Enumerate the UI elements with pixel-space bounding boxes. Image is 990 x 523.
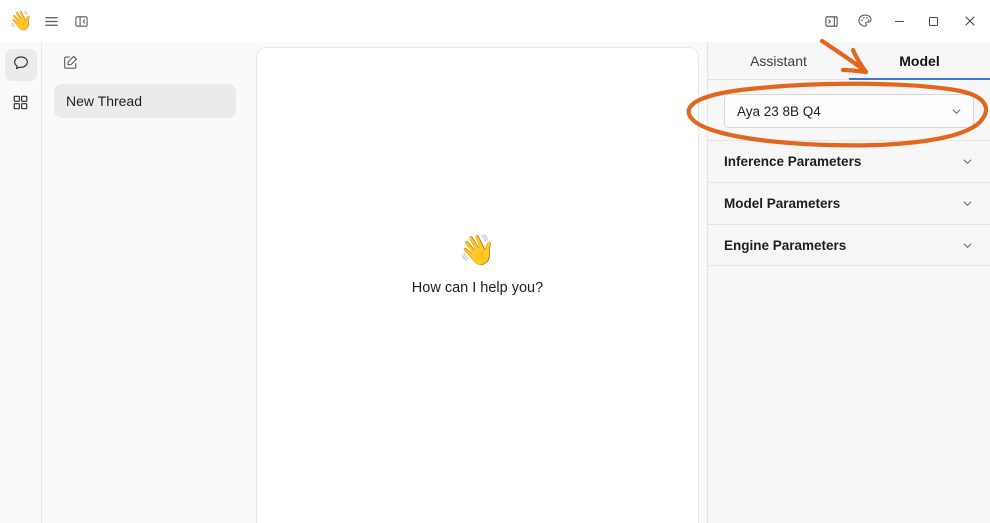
chevron-down-icon xyxy=(961,197,974,210)
title-bar: 👋 xyxy=(0,0,990,42)
tab-model[interactable]: Model xyxy=(849,42,990,80)
section-inference-parameters-label: Inference Parameters xyxy=(724,154,862,169)
waving-hand-icon: 👋 xyxy=(458,233,497,267)
chevron-down-icon xyxy=(961,155,974,168)
minimize-button[interactable] xyxy=(882,0,916,42)
maximize-button[interactable] xyxy=(916,0,950,42)
tab-assistant[interactable]: Assistant xyxy=(708,42,849,79)
tab-assistant-label: Assistant xyxy=(750,52,807,69)
chat-area-wrapper: 👋 How can I help you? xyxy=(248,42,707,523)
model-select-area: Aya 23 8B Q4 xyxy=(708,80,990,140)
list-item[interactable]: New Thread xyxy=(54,84,236,118)
chevron-down-icon xyxy=(961,239,974,252)
section-engine-parameters[interactable]: Engine Parameters xyxy=(708,224,990,266)
sidebar-toolbar xyxy=(54,42,236,82)
right-settings-panel: Assistant Model Aya 23 8B Q4 Inference P… xyxy=(707,42,990,523)
model-select[interactable]: Aya 23 8B Q4 xyxy=(724,94,974,128)
panel-collapse-left-icon[interactable] xyxy=(68,8,94,34)
sidebar-item-chat[interactable] xyxy=(4,49,37,81)
title-bar-left-group: 👋 xyxy=(0,8,94,34)
empty-state: 👋 How can I help you? xyxy=(411,233,544,296)
palette-icon[interactable] xyxy=(848,0,882,42)
thread-title: New Thread xyxy=(66,93,143,109)
section-engine-parameters-label: Engine Parameters xyxy=(724,237,847,253)
hamburger-menu-icon[interactable] xyxy=(38,8,64,34)
icon-rail xyxy=(0,42,42,523)
section-model-parameters-label: Model Parameters xyxy=(724,196,841,211)
app-window: 👋 New Thread 👋 How can I help you? Assis… xyxy=(0,0,990,523)
thread-sidebar: New Thread xyxy=(42,42,248,523)
compose-new-thread-icon[interactable] xyxy=(57,49,83,75)
section-model-parameters[interactable]: Model Parameters xyxy=(708,182,990,224)
panel-tabs: Assistant Model xyxy=(708,42,990,80)
empty-state-text: How can I help you? xyxy=(411,279,544,296)
sidebar-item-apps[interactable] xyxy=(5,89,37,121)
tab-model-label: Model xyxy=(899,52,940,69)
window-controls-group xyxy=(814,0,990,42)
panel-expand-right-icon[interactable] xyxy=(814,0,848,42)
chat-panel: 👋 How can I help you? xyxy=(256,47,699,523)
chat-bubble-icon xyxy=(12,54,30,77)
parameter-sections: Inference Parameters Model Parameters En… xyxy=(708,140,990,266)
close-button[interactable] xyxy=(950,0,990,42)
app-logo-icon: 👋 xyxy=(9,10,33,32)
main-body: New Thread 👋 How can I help you? Assista… xyxy=(0,42,990,523)
section-inference-parameters[interactable]: Inference Parameters xyxy=(708,140,990,182)
chevron-down-icon xyxy=(950,105,963,118)
grid-apps-icon xyxy=(12,94,29,116)
model-select-value: Aya 23 8B Q4 xyxy=(737,103,821,119)
